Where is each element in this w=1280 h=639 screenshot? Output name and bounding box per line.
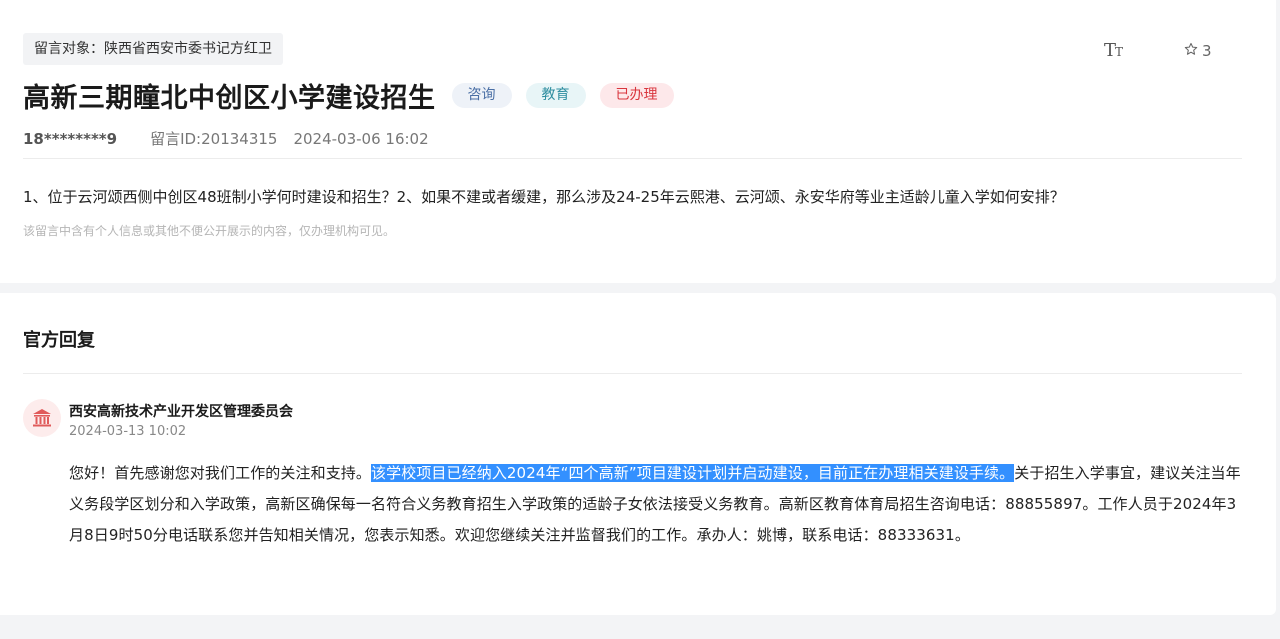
status-badge: 已办理 xyxy=(599,83,674,108)
reply-org-name: 西安高新技术产业开发区管理委员会 xyxy=(69,404,293,420)
divider xyxy=(23,373,1242,374)
font-size-icon[interactable]: TT xyxy=(1104,40,1123,61)
divider xyxy=(23,158,1242,159)
favorite-count: 3 xyxy=(1202,42,1212,60)
reply-heading: 官方回复 xyxy=(23,330,95,351)
message-card: 留言对象：陕西省西安市委书记方红卫 TT 3 高新三期瞳北中创区小学建设招生 咨… xyxy=(0,0,1276,283)
star-outline-icon xyxy=(1184,42,1198,60)
tag-education: 教育 xyxy=(525,83,586,108)
reply-card xyxy=(0,293,1276,615)
message-content: 1、位于云河颂西侧中创区48班制小学何时建设和招生？2、如果不建或者缓建，那么涉… xyxy=(23,188,1065,206)
message-datetime: 2024-03-06 16:02 xyxy=(293,129,429,148)
tag-consult: 咨询 xyxy=(451,83,512,108)
reply-text-before: 您好！首先感谢您对我们工作的关注和支持。 xyxy=(69,464,372,482)
reply-body: 您好！首先感谢您对我们工作的关注和支持。该学校项目已经纳入2024年“四个高新”… xyxy=(69,458,1245,551)
user-masked-phone: 18********9 xyxy=(23,129,118,148)
favorite-button[interactable]: 3 xyxy=(1184,42,1212,60)
government-building-icon xyxy=(23,399,61,437)
reply-time: 2024-03-13 10:02 xyxy=(69,424,187,439)
title-row: 高新三期瞳北中创区小学建设招生 咨询 教育 已办理 xyxy=(23,76,674,115)
page-title: 高新三期瞳北中创区小学建设招生 xyxy=(23,83,436,114)
privacy-note: 该留言中含有个人信息或其他不便公开展示的内容，仅办理机构可见。 xyxy=(23,224,396,238)
selected-text: 该学校项目已经纳入2024年“四个高新”项目建设计划并启动建设，目前正在办理相关… xyxy=(371,464,1015,482)
message-id: 留言ID:20134315 xyxy=(150,130,278,148)
message-target-label: 留言对象：陕西省西安市委书记方红卫 xyxy=(23,33,283,65)
message-meta: 18********9 留言ID:20134315 2024-03-06 16:… xyxy=(23,128,429,149)
